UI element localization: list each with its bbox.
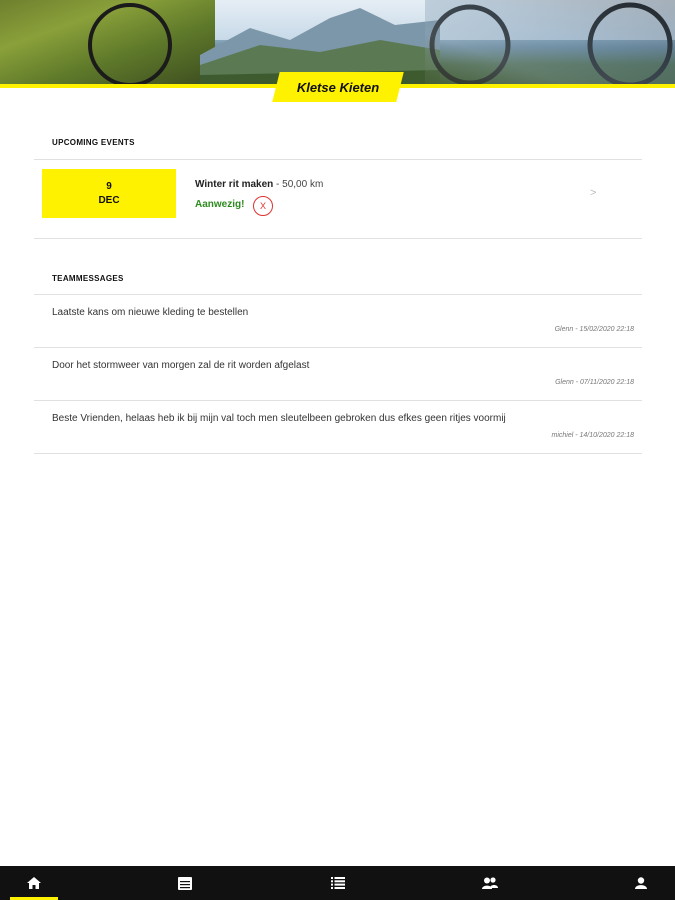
nav-team[interactable] xyxy=(455,866,525,900)
decline-button[interactable]: X xyxy=(253,196,273,216)
nav-calendar[interactable] xyxy=(150,866,220,900)
message-meta: Glenn - 15/02/2020 22:18 xyxy=(554,326,634,333)
list-icon xyxy=(331,877,345,889)
message-item[interactable]: Laatste kans om nieuwe kleding te bestel… xyxy=(34,295,642,348)
nav-home[interactable] xyxy=(0,866,68,900)
team-icon xyxy=(482,877,498,889)
chevron-right-icon[interactable]: > xyxy=(590,187,596,199)
event-name: Winter rit maken xyxy=(195,179,274,190)
teammessages-section: TEAMMESSAGES xyxy=(34,274,642,283)
nav-profile[interactable] xyxy=(607,866,675,900)
event-month: DEC xyxy=(98,194,120,206)
banner-cyclist-right xyxy=(425,0,675,86)
brand-title: Kletse Kieten xyxy=(296,79,380,95)
message-item[interactable]: Beste Vrienden, helaas heb ik bij mijn v… xyxy=(34,401,642,454)
attending-status[interactable]: Aanwezig! xyxy=(195,199,244,210)
message-text: Beste Vrienden, helaas heb ik bij mijn v… xyxy=(52,413,506,424)
calendar-icon xyxy=(178,876,192,890)
home-icon xyxy=(27,877,41,889)
message-meta: michiel - 14/10/2020 22:18 xyxy=(551,432,635,439)
event-date-badge: 9 DEC xyxy=(42,169,176,218)
divider xyxy=(34,238,642,239)
event-distance: - 50,00 km xyxy=(273,179,324,190)
divider xyxy=(34,453,642,454)
nav-list[interactable] xyxy=(303,866,373,900)
event-day: 9 xyxy=(106,180,112,192)
event-title-line: Winter rit maken - 50,00 km xyxy=(195,179,323,190)
bottom-navigation-bar xyxy=(0,866,675,900)
message-text: Laatste kans om nieuwe kleding te bestel… xyxy=(52,307,249,318)
upcoming-events-heading: UPCOMING EVENTS xyxy=(52,138,135,147)
message-text: Door het stormweer van morgen zal de rit… xyxy=(52,360,310,371)
message-item[interactable]: Door het stormweer van morgen zal de rit… xyxy=(34,348,642,401)
profile-icon xyxy=(635,877,647,889)
event-row[interactable]: 9 DEC Winter rit maken - 50,00 km Aanwez… xyxy=(34,160,642,238)
upcoming-events-section: UPCOMING EVENTS xyxy=(34,138,642,147)
message-meta: Glenn - 07/11/2020 22:18 xyxy=(555,379,634,386)
teammessages-heading: TEAMMESSAGES xyxy=(52,274,124,283)
